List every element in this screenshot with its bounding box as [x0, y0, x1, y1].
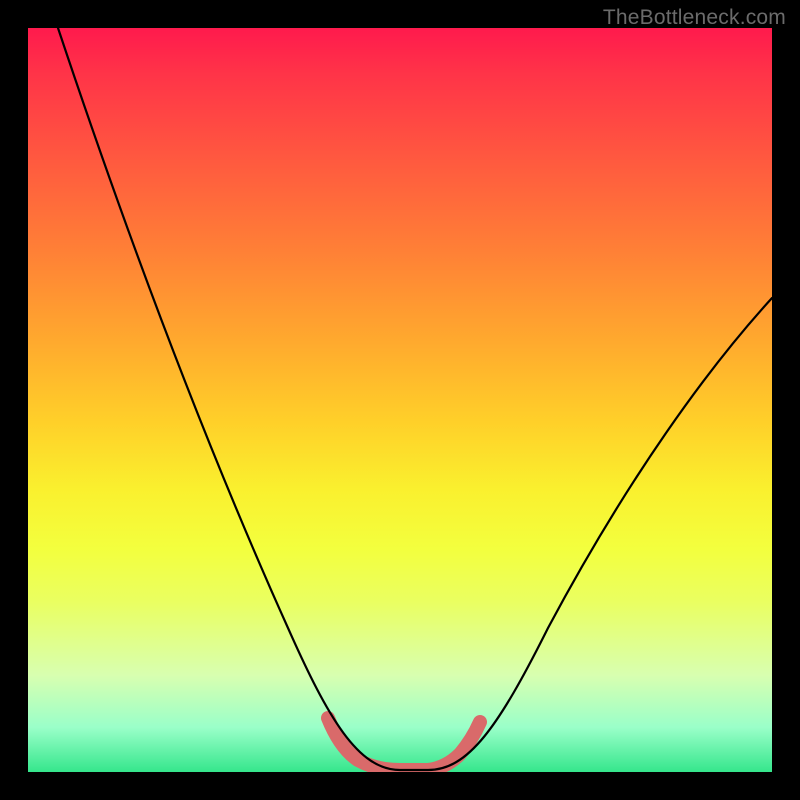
chart-frame: TheBottleneck.com [0, 0, 800, 800]
attribution-text: TheBottleneck.com [603, 6, 786, 30]
bottleneck-curve-path [58, 28, 772, 770]
plot-area [28, 28, 772, 772]
curve-layer [28, 28, 772, 772]
